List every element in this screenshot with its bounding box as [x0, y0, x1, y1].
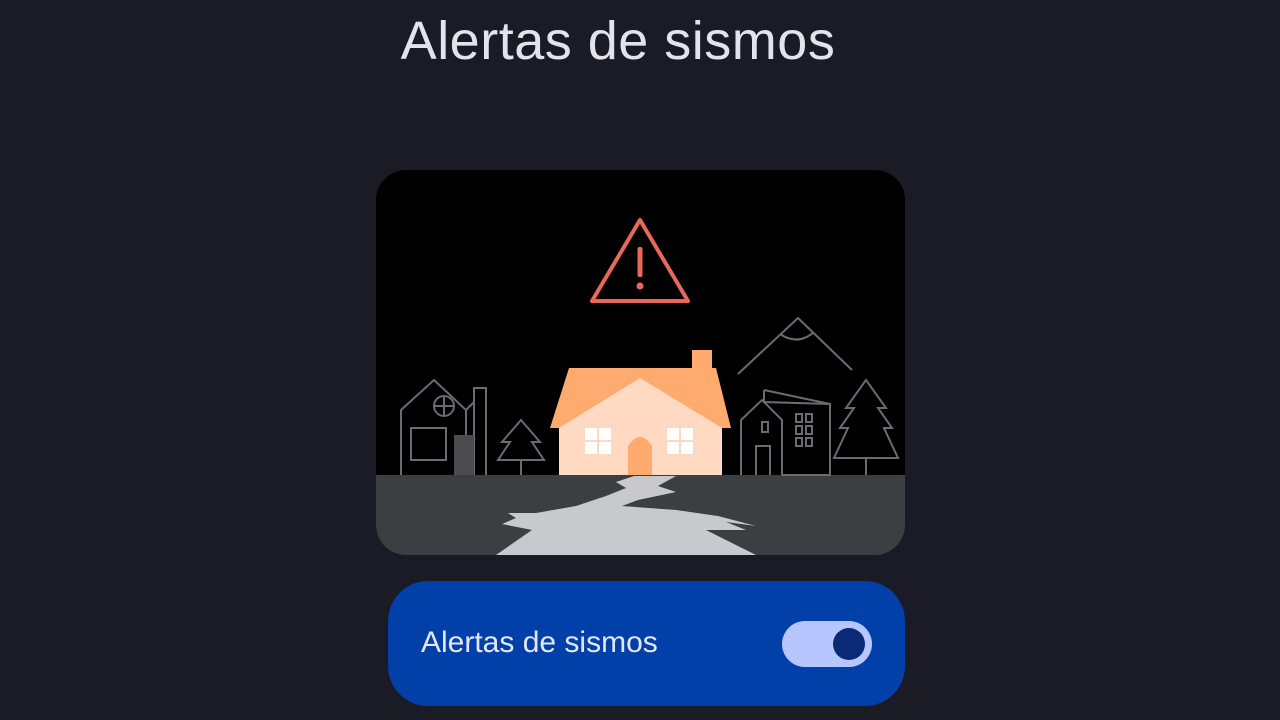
earthquake-alerts-toggle[interactable] — [782, 621, 872, 667]
house-icon — [550, 350, 731, 475]
mountain-icon — [737, 316, 853, 375]
left-house-door — [454, 435, 474, 475]
right-house-icon — [740, 389, 831, 476]
tree-icon-right — [832, 378, 900, 475]
earthquake-alerts-label: Alertas de sismos — [421, 626, 658, 659]
tree-icon-left — [496, 418, 546, 475]
warning-triangle-icon — [590, 218, 690, 303]
page-title: Alertas de sismos — [400, 11, 836, 71]
earthquake-alerts-setting-card[interactable]: Alertas de sismos — [388, 581, 905, 706]
earthquake-illustration — [376, 170, 905, 555]
toggle-thumb — [833, 628, 865, 660]
